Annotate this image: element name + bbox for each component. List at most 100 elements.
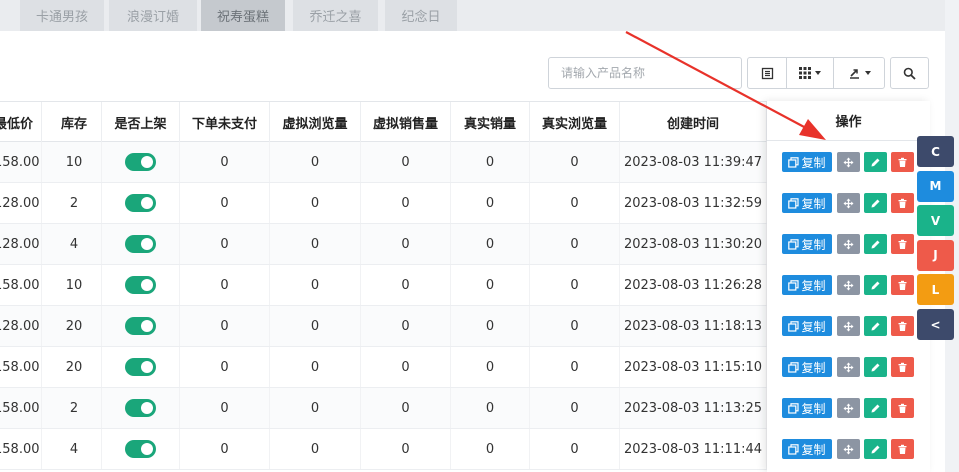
copy-button-label: 复制 (801, 360, 826, 375)
column-header-stock[interactable]: 库存 (47, 102, 102, 142)
search-button[interactable] (890, 57, 929, 89)
edit-button[interactable] (864, 357, 887, 377)
copy-button-label: 复制 (801, 155, 826, 170)
on-shelf-toggle[interactable] (125, 358, 156, 376)
pencil-icon (871, 240, 880, 248)
cell-v_views: 0 (270, 347, 361, 387)
edit-button[interactable] (864, 439, 887, 459)
cell-r_views: 0 (530, 265, 620, 305)
column-header-unpaid[interactable]: 下单未支付 (180, 102, 270, 142)
cell-on_shelf (102, 224, 180, 264)
side-button-1[interactable]: M (917, 170, 954, 202)
edit-button[interactable] (864, 275, 887, 295)
copy-button-label: 复制 (801, 319, 826, 334)
product-search-input[interactable] (548, 57, 742, 89)
cell-created: 2023-08-03 11:39:47 (620, 142, 767, 182)
on-shelf-toggle[interactable] (125, 317, 156, 335)
delete-button[interactable] (891, 357, 914, 377)
cell-on_shelf (102, 183, 180, 223)
move-button[interactable] (837, 357, 860, 377)
cell-created: 2023-08-03 11:18:13 (620, 306, 767, 346)
trash-icon (898, 198, 907, 208)
column-header-created[interactable]: 创建时间 (620, 102, 767, 142)
delete-button[interactable] (891, 152, 914, 172)
column-header-v_views[interactable]: 虚拟浏览量 (270, 102, 361, 142)
export-dropdown-button[interactable] (833, 57, 885, 89)
move-button[interactable] (837, 398, 860, 418)
copy-button[interactable]: 复制 (782, 316, 832, 336)
on-shelf-toggle[interactable] (125, 440, 156, 458)
cell-r_sales: 0 (451, 347, 530, 387)
trash-icon (898, 444, 907, 454)
move-button[interactable] (837, 275, 860, 295)
toggle-view-button[interactable] (747, 57, 787, 89)
side-button-0[interactable]: C (917, 136, 954, 167)
cell-price: 128.00 (0, 224, 42, 264)
tab-1[interactable]: 浪漫订婚 (109, 0, 197, 31)
tab-0[interactable]: 卡通男孩 (20, 0, 104, 31)
copy-button[interactable]: 复制 (782, 357, 832, 377)
delete-button[interactable] (891, 193, 914, 213)
cell-r_views: 0 (530, 183, 620, 223)
move-button[interactable] (837, 316, 860, 336)
delete-button[interactable] (891, 439, 914, 459)
copy-button[interactable]: 复制 (782, 398, 832, 418)
on-shelf-toggle[interactable] (125, 276, 156, 294)
cell-created: 2023-08-03 11:32:59 (620, 183, 767, 223)
column-header-r_sales[interactable]: 真实销量 (451, 102, 530, 142)
copy-button[interactable]: 复制 (782, 275, 832, 295)
edit-button[interactable] (864, 234, 887, 254)
pencil-icon (871, 363, 880, 371)
copy-icon (788, 238, 800, 250)
edit-button[interactable] (864, 193, 887, 213)
cell-created: 2023-08-03 11:11:44 (620, 429, 767, 469)
side-button-4[interactable]: L (917, 274, 954, 306)
move-button[interactable] (837, 152, 860, 172)
edit-button[interactable] (864, 316, 887, 336)
pencil-icon (871, 404, 880, 412)
chevron-down-icon (864, 71, 871, 75)
cell-r_sales: 0 (451, 142, 530, 182)
delete-button[interactable] (891, 398, 914, 418)
move-icon (843, 362, 854, 372)
cell-on_shelf (102, 306, 180, 346)
cell-price: 158.00 (0, 429, 42, 469)
move-button[interactable] (837, 234, 860, 254)
tab-3[interactable]: 乔迁之喜 (293, 0, 378, 31)
on-shelf-toggle[interactable] (125, 399, 156, 417)
side-button-5[interactable]: < (917, 309, 954, 340)
chevron-down-icon (815, 71, 821, 75)
tab-4[interactable]: 纪念日 (385, 0, 457, 31)
copy-button[interactable]: 复制 (782, 234, 832, 254)
on-shelf-toggle[interactable] (125, 153, 156, 171)
column-header-price[interactable]: 最低价 (0, 102, 42, 142)
move-button[interactable] (837, 193, 860, 213)
delete-button[interactable] (891, 234, 914, 254)
move-button[interactable] (837, 439, 860, 459)
columns-dropdown-button[interactable] (786, 57, 834, 89)
on-shelf-toggle[interactable] (125, 194, 156, 212)
cell-stock: 2 (47, 183, 102, 223)
move-icon (843, 444, 854, 454)
edit-button[interactable] (864, 152, 887, 172)
copy-button[interactable]: 复制 (782, 193, 832, 213)
edit-button[interactable] (864, 398, 887, 418)
copy-button[interactable]: 复制 (782, 152, 832, 172)
on-shelf-toggle[interactable] (125, 235, 156, 253)
cell-unpaid: 0 (180, 388, 270, 428)
side-button-3[interactable]: J (917, 239, 954, 271)
cell-v_views: 0 (270, 142, 361, 182)
delete-button[interactable] (891, 316, 914, 336)
cell-created: 2023-08-03 11:26:28 (620, 265, 767, 305)
pencil-icon (871, 281, 880, 289)
app-root: 卡通男孩浪漫订婚祝寿蛋糕乔迁之喜纪念日 最低价库存是否上架下 (0, 0, 959, 472)
copy-button[interactable]: 复制 (782, 439, 832, 459)
column-header-r_views[interactable]: 真实浏览量 (530, 102, 620, 142)
tab-2[interactable]: 祝寿蛋糕 (201, 0, 285, 31)
column-header-on_shelf[interactable]: 是否上架 (102, 102, 180, 142)
operations-column: 操作 复制 复制 复制 复制 复制 复制 复制 复制 (767, 101, 930, 472)
side-button-2[interactable]: V (917, 205, 954, 237)
column-header-v_sales[interactable]: 虚拟销售量 (361, 102, 451, 142)
cell-v_views: 0 (270, 306, 361, 346)
delete-button[interactable] (891, 275, 914, 295)
